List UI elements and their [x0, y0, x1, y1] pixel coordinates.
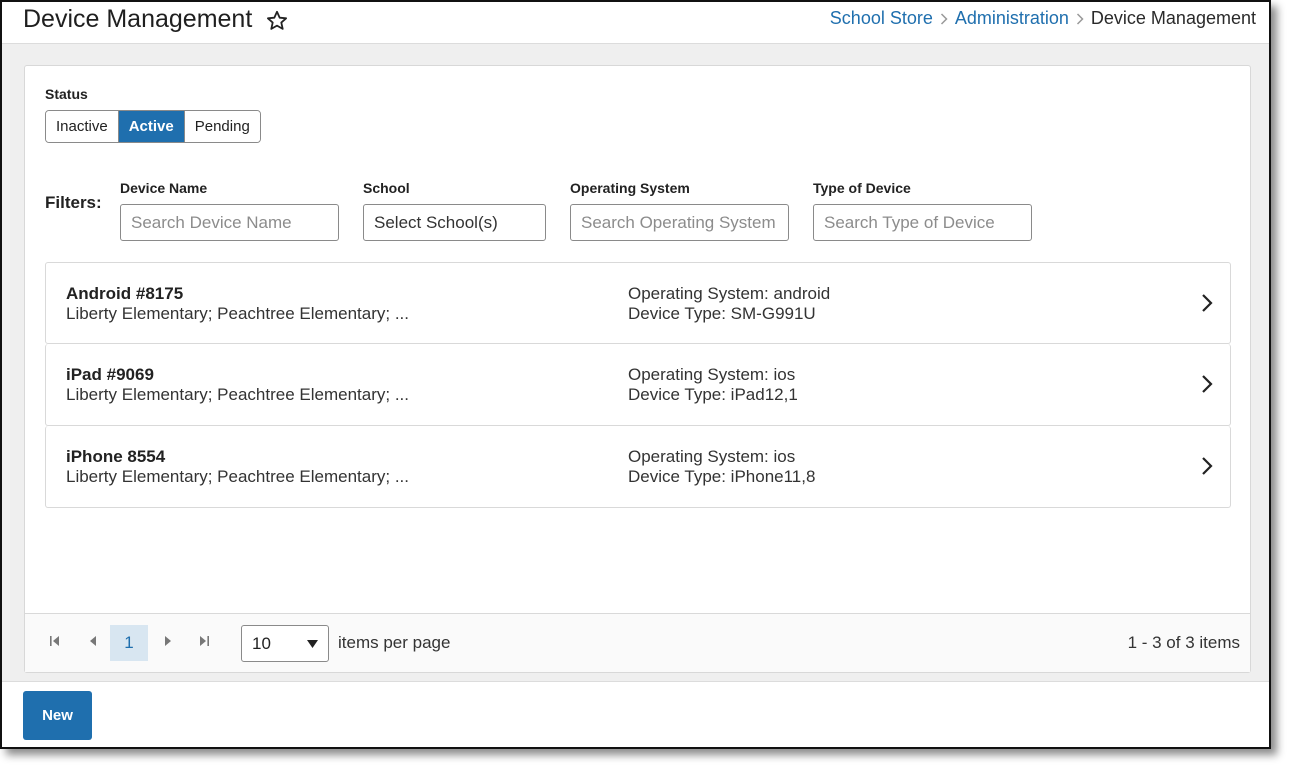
- school-select[interactable]: [363, 204, 546, 241]
- status-pending-button[interactable]: Pending: [184, 111, 260, 142]
- chevron-right-icon[interactable]: [1200, 374, 1214, 394]
- device-name: Android #8175: [66, 284, 184, 303]
- next-page-icon[interactable]: [160, 633, 176, 649]
- app-window: Device Management School Store Administr…: [0, 0, 1271, 749]
- chevron-right-icon[interactable]: [1200, 456, 1214, 476]
- last-page-icon[interactable]: [196, 633, 212, 649]
- device-name-filter: Device Name: [120, 180, 339, 241]
- new-button[interactable]: New: [23, 691, 92, 740]
- items-summary: 1 - 3 of 3 items: [1127, 633, 1240, 652]
- caret-down-icon: [307, 640, 318, 648]
- school-label: School: [363, 180, 410, 196]
- device-type: Device Type: SM-G991U: [628, 304, 816, 323]
- device-name-label: Device Name: [120, 180, 208, 196]
- top-bar: Device Management School Store Administr…: [2, 2, 1269, 44]
- device-type: Device Type: iPhone11,8: [628, 467, 816, 486]
- previous-page-icon[interactable]: [85, 633, 101, 649]
- page-number-current[interactable]: 1: [110, 625, 148, 661]
- items-per-page-select[interactable]: 10: [241, 625, 329, 662]
- device-schools: Liberty Elementary; Peachtree Elementary…: [66, 304, 409, 323]
- breadcrumb-administration[interactable]: Administration: [955, 8, 1069, 29]
- breadcrumb-school-store[interactable]: School Store: [830, 8, 933, 29]
- device-os: Operating System: ios: [628, 447, 796, 466]
- star-icon[interactable]: [265, 9, 289, 33]
- device-os: Operating System: android: [628, 284, 831, 303]
- type-of-device-label: Type of Device: [813, 180, 911, 196]
- device-schools: Liberty Elementary; Peachtree Elementary…: [66, 467, 409, 486]
- device-type: Device Type: iPad12,1: [628, 385, 798, 404]
- chevron-right-icon: [1069, 11, 1091, 27]
- action-footer: New: [2, 681, 1269, 747]
- type-of-device-filter: Type of Device: [813, 180, 1032, 241]
- operating-system-label: Operating System: [570, 180, 690, 196]
- device-name-input[interactable]: [120, 204, 339, 241]
- chevron-right-icon: [933, 11, 955, 27]
- school-filter: School: [363, 180, 546, 241]
- device-row[interactable]: iPhone 8554 Liberty Elementary; Peachtre…: [45, 426, 1231, 508]
- type-of-device-input[interactable]: [813, 204, 1032, 241]
- items-per-page-value: 10: [252, 634, 271, 653]
- status-active-button[interactable]: Active: [118, 111, 185, 142]
- breadcrumb-current: Device Management: [1090, 8, 1256, 28]
- device-os: Operating System: ios: [628, 365, 796, 384]
- chevron-right-icon[interactable]: [1200, 293, 1214, 313]
- operating-system-input[interactable]: [570, 204, 789, 241]
- device-list: Android #8175 Liberty Elementary; Peacht…: [45, 262, 1231, 508]
- device-panel: Status Inactive Active Pending Filters: …: [24, 65, 1251, 673]
- device-schools: Liberty Elementary; Peachtree Elementary…: [66, 385, 409, 404]
- operating-system-filter: Operating System: [570, 180, 789, 241]
- filters-label: Filters:: [45, 193, 102, 212]
- first-page-icon[interactable]: [47, 633, 63, 649]
- status-inactive-button[interactable]: Inactive: [46, 111, 119, 142]
- pagination-bar: 1 10 items per page 1 - 3 of 3 items: [25, 613, 1250, 672]
- device-row[interactable]: iPad #9069 Liberty Elementary; Peachtree…: [45, 344, 1231, 426]
- device-row[interactable]: Android #8175 Liberty Elementary; Peacht…: [45, 262, 1231, 344]
- status-label: Status: [45, 86, 88, 102]
- page-title: Device Management: [23, 5, 253, 33]
- device-name: iPad #9069: [66, 365, 154, 384]
- status-toggle-group: Inactive Active Pending: [45, 110, 261, 143]
- device-name: iPhone 8554: [66, 447, 166, 466]
- items-per-page-label: items per page: [338, 633, 451, 652]
- breadcrumb: School Store Administration Device Manag…: [830, 8, 1256, 29]
